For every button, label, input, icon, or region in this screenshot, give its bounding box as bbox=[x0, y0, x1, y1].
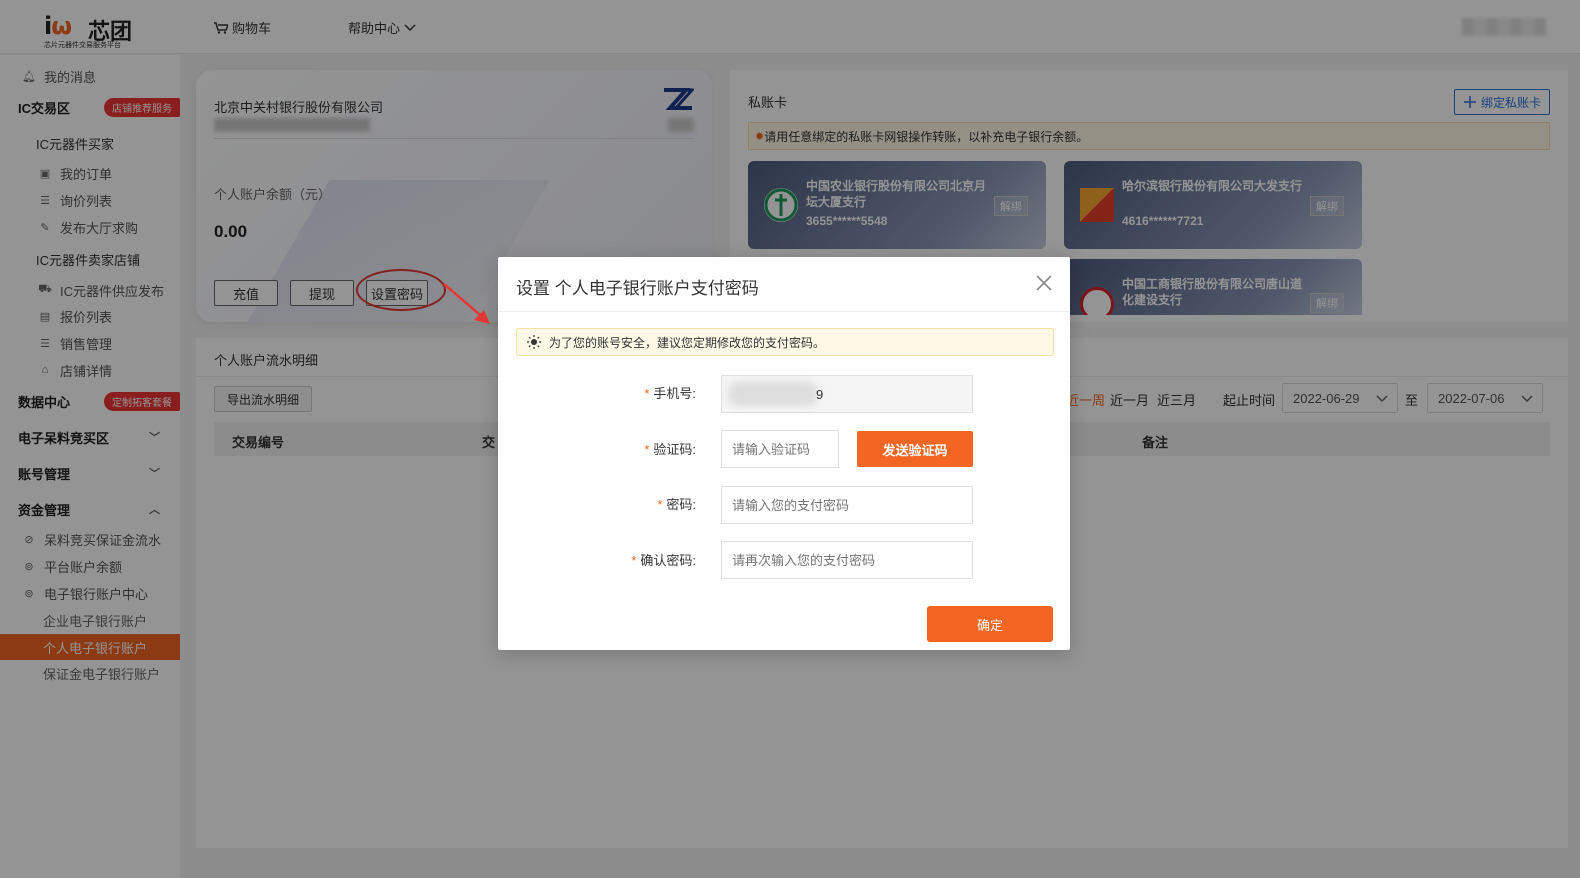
password-label: * 密码: bbox=[498, 494, 696, 513]
set-password-dialog: 设置 个人电子银行账户支付密码 为了您的账号安全，建议您定期修改您的支付密码。 … bbox=[498, 257, 1070, 650]
divider bbox=[498, 311, 1070, 312]
send-code-button[interactable]: 发送验证码 bbox=[857, 431, 973, 467]
required-mark: * bbox=[631, 553, 637, 568]
code-label-text: 验证码: bbox=[653, 442, 696, 457]
code-label: * 验证码: bbox=[498, 439, 696, 458]
lightbulb-icon bbox=[527, 335, 541, 349]
phone-tail: 9 bbox=[816, 386, 824, 402]
required-mark: * bbox=[657, 497, 663, 512]
verification-code-input[interactable] bbox=[721, 430, 839, 468]
phone-field: 9 bbox=[721, 375, 973, 413]
phone-blurred bbox=[728, 382, 818, 406]
password-label-text: 密码: bbox=[666, 497, 696, 512]
confirm-password-label: * 确认密码: bbox=[498, 550, 696, 569]
annotation-arrow bbox=[443, 283, 490, 324]
tip-text: 为了您的账号安全，建议您定期修改您的支付密码。 bbox=[549, 335, 826, 350]
dialog-title: 设置 个人电子银行账户支付密码 bbox=[516, 279, 759, 298]
confirm-button[interactable]: 确定 bbox=[927, 606, 1053, 642]
confirm-password-input[interactable] bbox=[721, 541, 973, 579]
password-input[interactable] bbox=[721, 486, 973, 524]
close-icon[interactable] bbox=[1034, 273, 1054, 293]
phone-label-text: 手机号: bbox=[653, 386, 696, 401]
required-mark: * bbox=[644, 386, 650, 401]
required-mark: * bbox=[644, 442, 650, 457]
security-tip: 为了您的账号安全，建议您定期修改您的支付密码。 bbox=[516, 328, 1054, 356]
phone-label: * 手机号: bbox=[498, 383, 696, 402]
confirm-password-label-text: 确认密码: bbox=[640, 553, 696, 568]
